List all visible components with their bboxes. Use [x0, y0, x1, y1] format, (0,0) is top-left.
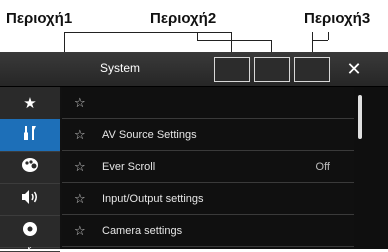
list-item[interactable]: ☆ Input/Output settings [62, 183, 354, 215]
list-item-label: Camera settings [102, 224, 183, 237]
sidebar-item-disc[interactable] [0, 215, 60, 248]
leader-line-3b [312, 40, 328, 41]
sidebar-item-system[interactable] [0, 119, 60, 152]
star-outline-icon[interactable]: ☆ [62, 223, 96, 239]
page-title: System [100, 61, 141, 75]
leader-line-2 [197, 32, 272, 41]
list-item-label: Ever Scroll [102, 160, 156, 173]
list-item[interactable]: ☆ [62, 87, 354, 119]
star-outline-icon[interactable]: ☆ [62, 159, 96, 175]
list-item[interactable]: ☆ AV Source Settings [62, 119, 354, 151]
head-unit-screen: System ✕ ★ ☆ ☆ AV Source Settings ☆ Ever… [0, 52, 388, 252]
star-outline-icon[interactable]: ☆ [62, 127, 96, 143]
leader-line-3c [328, 32, 329, 40]
close-button[interactable]: ✕ [340, 56, 368, 82]
sidebar-item-theme[interactable] [0, 151, 60, 184]
callout-area3: Περιοχή3 [304, 10, 371, 27]
settings-tools-icon [21, 124, 39, 146]
header-bar: System ✕ [0, 52, 388, 87]
callout-area2: Περιοχή2 [150, 10, 217, 27]
sidebar: ★ ᛒ [0, 87, 60, 252]
sidebar-item-audio[interactable] [0, 183, 60, 216]
settings-list: ☆ ☆ AV Source Settings ☆ Ever Scroll Off… [62, 87, 354, 249]
scrollbar[interactable] [354, 87, 388, 249]
disc-icon [22, 221, 38, 241]
star-icon: ★ [23, 95, 37, 112]
bluetooth-icon: ᛒ [25, 247, 34, 251]
sidebar-item-favorites[interactable]: ★ [0, 87, 60, 120]
audio-icon [20, 189, 40, 209]
star-outline-icon[interactable]: ☆ [62, 95, 96, 111]
list-item[interactable]: ☆ Camera settings [62, 215, 354, 247]
list-item-value: Off [315, 160, 330, 173]
area-slot-2[interactable] [254, 57, 290, 82]
scroll-thumb[interactable] [358, 95, 362, 139]
theme-icon [21, 157, 39, 177]
close-icon: ✕ [346, 59, 362, 79]
star-outline-icon[interactable]: ☆ [62, 191, 96, 207]
area-slot-3[interactable] [294, 57, 330, 82]
sidebar-item-bluetooth[interactable]: ᛒ [0, 247, 60, 252]
callout-area1: Περιοχή1 [6, 10, 73, 27]
area-slot-1[interactable] [214, 57, 250, 82]
list-item-label: AV Source Settings [102, 128, 197, 141]
list-item[interactable]: ☆ Ever Scroll Off [62, 151, 354, 183]
list-item-label: Input/Output settings [102, 192, 204, 205]
